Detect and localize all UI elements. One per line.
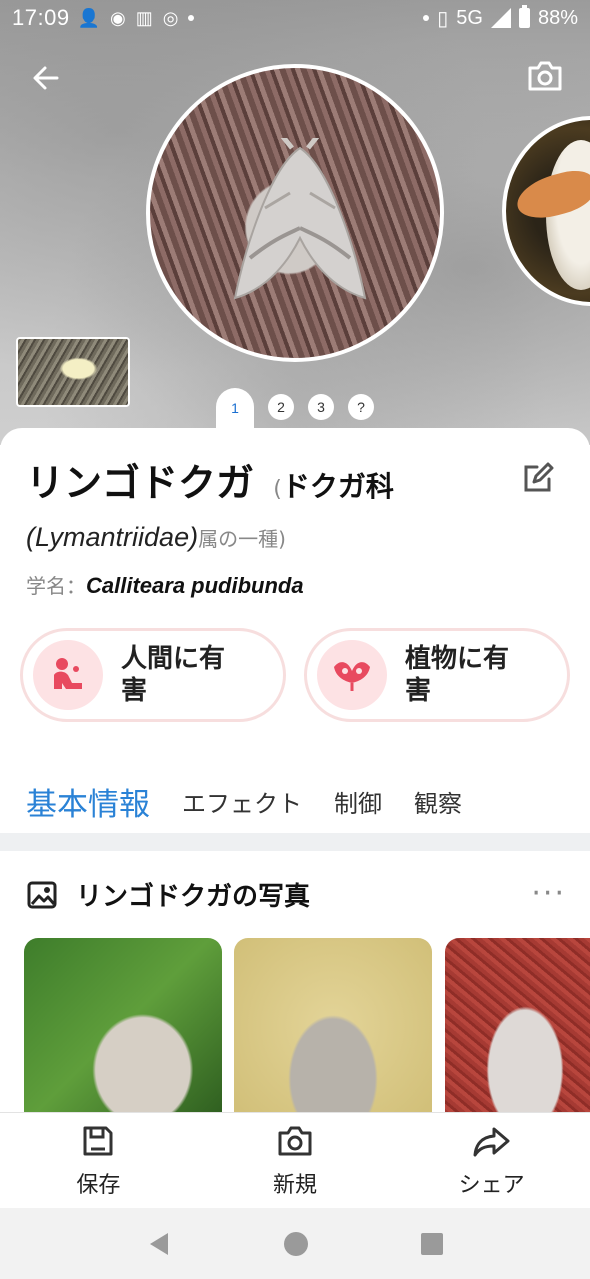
badge-line-1: 人間に有	[121, 644, 226, 674]
bottom-action-bar: 保存 新規 シェア	[0, 1112, 590, 1208]
badge-line-2: 害	[121, 676, 148, 706]
hero-banner: 17:09 👤 ◉ ▥ ◎ ▯ 5G 88% 1 2 3 ?	[0, 0, 590, 445]
photos-section-title: リンゴドクガの写真	[76, 881, 311, 912]
edit-icon	[524, 462, 554, 492]
plant-harm-icon	[334, 662, 370, 691]
system-nav-bar	[0, 1208, 590, 1279]
back-button[interactable]	[26, 58, 66, 98]
sci-label: 学名：	[26, 574, 86, 598]
tab-observation[interactable]: 観察	[414, 784, 462, 819]
harmful-human-icon-circle	[33, 640, 103, 710]
notification-icons: 👤 ◉ ▥ ◎	[78, 8, 195, 29]
page-dot-1[interactable]: 1	[216, 388, 254, 428]
page-dot-3[interactable]: 3	[308, 394, 334, 420]
nav-back-icon[interactable]	[146, 1231, 172, 1257]
camera-icon	[278, 1126, 312, 1156]
species-photo-1[interactable]	[24, 938, 222, 1114]
family-japanese: ドクガ科	[281, 470, 394, 503]
nav-recents-icon[interactable]	[420, 1232, 444, 1256]
vibrate-icon: ▯	[437, 7, 449, 30]
person-add-icon: 👤	[77, 7, 100, 28]
camera-icon	[528, 61, 562, 91]
save-label: 保存	[76, 1173, 121, 1198]
paren-open: (	[273, 477, 282, 502]
dot-icon	[188, 15, 195, 21]
photos-section-header: リンゴドクガの写真 ···	[26, 874, 566, 914]
species-name: リンゴドクガ	[26, 461, 255, 505]
human-harm-icon	[54, 658, 82, 689]
harmful-to-humans-badge[interactable]: 人間に有 害	[20, 628, 286, 722]
scientific-name: Calliteara pudibunda	[86, 573, 304, 598]
more-options-icon[interactable]: ···	[531, 879, 566, 909]
tab-control[interactable]: 制御	[334, 784, 382, 819]
new-button[interactable]: 新規	[197, 1113, 394, 1208]
sim-icon: ▥	[135, 7, 153, 28]
harmful-to-plants-badge[interactable]: 植物に有 害	[304, 628, 570, 722]
status-time: 17:09	[12, 5, 70, 30]
species-title: リンゴドクガ (ドクガ科	[26, 458, 566, 515]
share-button[interactable]: シェア	[393, 1113, 590, 1208]
harmful-to-plants-label: 植物に有 害	[405, 643, 509, 707]
family-suffix: 属の一種)	[198, 527, 286, 551]
share-label: シェア	[458, 1173, 525, 1198]
species-photo-3[interactable]	[445, 938, 590, 1114]
dot-icon	[423, 15, 430, 21]
section-divider	[0, 833, 590, 851]
page-dot-unknown[interactable]: ?	[348, 394, 374, 420]
battery-label: 88%	[537, 6, 578, 29]
section-tabs: 基本情報 エフェクト 制御 観察	[0, 768, 590, 840]
harmful-plant-icon-circle	[317, 640, 387, 710]
edit-button[interactable]	[520, 462, 556, 498]
nav-home-icon[interactable]	[283, 1231, 309, 1257]
signal-icon	[490, 8, 511, 28]
save-button[interactable]: 保存	[0, 1113, 197, 1208]
scientific-name-line: 学名：Calliteara pudibunda	[26, 570, 304, 599]
next-species-photo[interactable]	[502, 116, 590, 306]
family-latin: (Lymantriidae)	[26, 522, 199, 552]
status-right: ▯ 5G 88%	[423, 5, 578, 31]
page-dot-2[interactable]: 2	[268, 394, 294, 420]
main-species-photo[interactable]	[146, 64, 444, 362]
save-icon	[83, 1126, 113, 1156]
new-label: 新規	[273, 1173, 318, 1198]
species-photo-2[interactable]	[234, 938, 432, 1114]
messenger-icon: ◉	[109, 7, 126, 28]
battery-icon	[518, 5, 530, 28]
badge-line-1: 植物に有	[405, 644, 510, 674]
status-bar: 17:09 👤 ◉ ▥ ◎ ▯ 5G 88%	[0, 0, 590, 36]
network-label: 5G	[456, 6, 483, 29]
gallery-icon	[27, 881, 57, 909]
running-icon: ◎	[162, 7, 179, 28]
species-info-card: リンゴドクガ (ドクガ科 (Lymantriidae)属の一種) 学名：Call…	[0, 428, 590, 840]
moth-image	[233, 138, 367, 300]
photo-pager: 1 2 3 ?	[0, 388, 590, 432]
share-icon	[473, 1127, 510, 1157]
arrow-left-icon	[33, 66, 59, 90]
harmful-to-humans-label: 人間に有 害	[121, 643, 225, 707]
tab-basic-info[interactable]: 基本情報	[26, 779, 150, 840]
family-line: (Lymantriidae)属の一種)	[26, 522, 286, 553]
camera-button[interactable]	[524, 56, 566, 96]
badge-line-2: 害	[405, 676, 432, 706]
tab-effects[interactable]: エフェクト	[182, 784, 302, 819]
